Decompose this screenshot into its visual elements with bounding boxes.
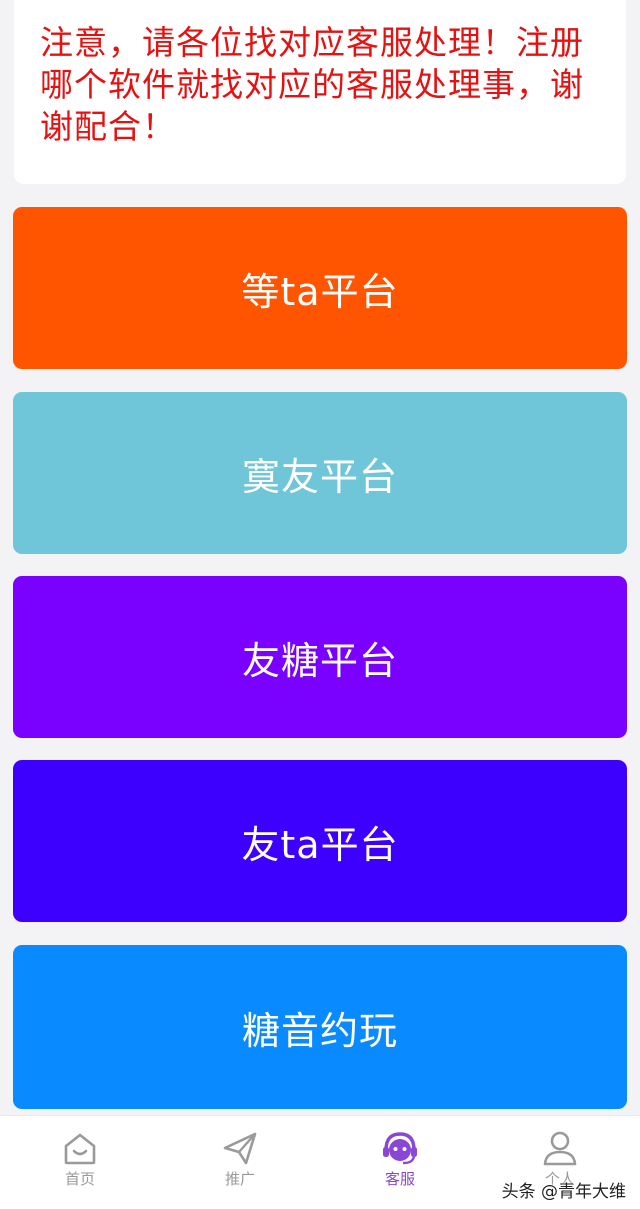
tab-label: 客服: [384, 1170, 415, 1188]
tab-promote[interactable]: 推广: [160, 1116, 320, 1209]
platform-card-tangyin[interactable]: 糖音约玩: [13, 945, 627, 1109]
platform-card-label: 糖音约玩: [241, 1008, 398, 1053]
user-icon: [543, 1131, 577, 1166]
platform-card-label: 友ta平台: [241, 822, 399, 867]
notice-panel: 注意，请各位找对应客服处理！注册哪个软件就找对应的客服处理事，谢谢配合！: [14, 0, 626, 184]
platform-card-label: 寞友平台: [241, 454, 398, 499]
app-screen: 注意，请各位找对应客服处理！注册哪个软件就找对应的客服处理事，谢谢配合！ 等ta…: [0, 0, 640, 1209]
platform-card-youta[interactable]: 友ta平台: [13, 760, 627, 922]
send-icon: [223, 1132, 257, 1165]
source-watermark: 头条 @青年大维: [501, 1182, 626, 1202]
notice-text: 注意，请各位找对应客服处理！注册哪个软件就找对应的客服处理事，谢谢配合！: [40, 23, 584, 146]
platform-card-moyou[interactable]: 寞友平台: [13, 392, 627, 554]
platform-card-youtang[interactable]: 友糖平台: [13, 576, 627, 738]
tab-home[interactable]: 首页: [0, 1116, 160, 1209]
tab-customer-service[interactable]: 客服: [320, 1116, 480, 1209]
headset-icon: [383, 1132, 417, 1165]
platform-card-label: 等ta平台: [241, 269, 399, 314]
platform-card-dengta[interactable]: 等ta平台: [13, 207, 627, 369]
tab-label: 推广: [224, 1170, 255, 1188]
platform-card-label: 友糖平台: [241, 638, 398, 683]
home-icon: [64, 1133, 96, 1165]
tab-label: 首页: [64, 1170, 95, 1188]
